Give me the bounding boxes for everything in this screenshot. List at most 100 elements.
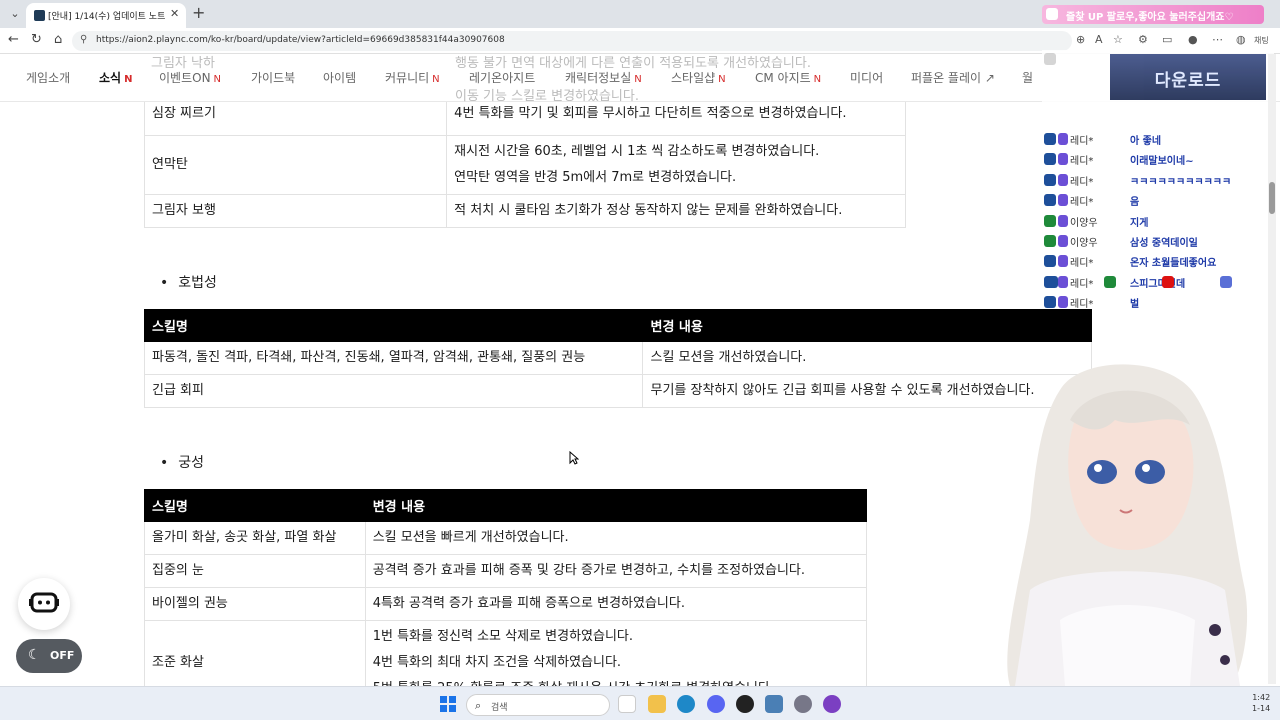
chat-text: 온자 초월들데좋어요 [1130,258,1217,270]
tab-list-chevron-icon[interactable]: ⌄ [6,5,24,23]
app-icon[interactable] [823,695,841,713]
dark-mode-toggle[interactable]: ☾ OFF [16,639,82,673]
skill-change-cell: 4번 특화를 막기 및 회피를 무시하고 다단히트 적중으로 변경하였습니다. [446,102,906,136]
chat-platform-icon [1044,133,1056,145]
nav-item-purple-on-play[interactable]: 퍼플온 플레이 ↗ [911,69,995,86]
skill-change-cell: 공격력 증가 효과를 피해 증폭 및 강타 증가로 변경하고, 수치를 조정하였… [364,554,868,588]
chat-username: 레디* [1070,258,1094,270]
chatbot-button[interactable] [18,578,70,630]
chat-badge-icon [1058,133,1068,145]
new-tab-plus-icon[interactable]: + [192,3,205,22]
page-scrollbar[interactable] [1268,54,1276,684]
table-header-row: 스킬명 변경 내용 [143,309,1092,342]
obs-icon[interactable] [736,695,754,713]
os-taskbar: ⌕ 검색 1:42 1-14 [0,686,1280,720]
nav-item-game-intro[interactable]: 게임소개 [26,69,70,86]
system-clock[interactable]: 1:42 1-14 [1252,692,1270,714]
chat-text: 삼성 중역데이일 [1130,238,1198,249]
chat-username: 레디* [1070,156,1094,168]
discord-icon[interactable] [707,695,725,713]
banner-text: 즐찾 UP 팔로우,좋아요 눌러주십개죠♡ [1066,12,1234,23]
url-text[interactable]: https://aion2.plaync.com/ko-kr/board/upd… [96,35,505,45]
stream-follow-banner: 즐찾 UP 팔로우,좋아요 눌러주십개죠♡ [1042,5,1264,24]
platform-icon [1104,276,1116,288]
nav-item-media[interactable]: 미디어 [850,69,883,86]
nav-item-more[interactable]: 월 [1022,69,1033,86]
profile-avatar-icon[interactable]: ● [1188,33,1198,46]
copilot-icon[interactable]: ◍ [1236,33,1246,46]
browser-tab-active[interactable]: [안내] 1/14(수) 업데이트 노트 : AION2 ✕ [26,3,186,28]
site-info-icon[interactable]: ⚲ [80,34,87,45]
address-bar[interactable]: ⚲ https://aion2.plaync.com/ko-kr/board/u… [72,31,1072,51]
tab-close-icon[interactable]: ✕ [170,7,179,20]
taskbar-search[interactable]: ⌕ 검색 [466,694,610,716]
extensions-icon[interactable]: ⚙ [1138,33,1148,46]
nav-item-legion-agit[interactable]: 레기온아지트 [469,69,535,86]
site-favicon-icon [34,10,45,21]
table-row: 집중의 눈 공격력 증가 효과를 피해 증폭 및 강타 증가로 변경하고, 수치… [144,554,868,588]
zoom-icon[interactable]: ⊕ [1076,33,1085,46]
platform-icon [1046,276,1058,288]
google-app-icon[interactable] [618,695,636,713]
download-banner[interactable]: 다운로드 [1110,54,1266,100]
chat-message: 이양우 삼성 중역데이일 [1042,232,1274,250]
chat-text: 이래말보이네~ [1130,156,1194,168]
nav-item-community[interactable]: 커뮤니티 N [385,69,440,86]
header-skill-name: 스킬명 [143,309,644,342]
chat-message: 레디* ㅋㅋㅋㅋㅋㅋㅋㅋㅋㅋㅋ [1042,171,1274,189]
download-label: 다운로드 [1154,71,1222,91]
chat-text: 지게 [1130,217,1149,229]
dark-mode-state: OFF [50,649,75,662]
nav-item-items[interactable]: 아이템 [323,69,356,86]
skill-change-cell: 4특화 공격력 증가 효과를 피해 증폭으로 변경하였습니다. [364,587,868,621]
skill-table-templar: 스킬명 변경 내용 파동격, 돌진 격파, 타격쇄, 파산격, 진동쇄, 열파격… [143,309,1092,408]
profile-label[interactable]: 채팅 [1254,35,1269,46]
back-arrow-icon[interactable]: ← [8,32,19,47]
collections-icon[interactable]: ▭ [1162,33,1172,46]
header-change: 변경 내용 [364,489,868,522]
edge-browser-icon[interactable] [677,695,695,713]
chat-message: 레디* 벌 [1042,293,1274,311]
skill-change-cell: 적 처치 시 쿨타임 초기화가 정상 동작하지 않는 문제를 완화하였습니다. [446,194,906,228]
table-row: 심장 찌르기 4번 특화를 막기 및 회피를 무시하고 다단히트 적중으로 변경… [143,102,906,136]
skill-name-cell: 긴급 회피 [143,374,644,408]
vtube-app-icon[interactable] [765,695,783,713]
chat-platform-counters [1042,276,1274,288]
skill-name-cell: 조준 화살 [144,620,366,686]
file-explorer-icon[interactable] [648,695,666,713]
chatbot-icon [29,592,59,613]
read-aloud-icon[interactable]: A [1095,33,1103,46]
table-row: 올가미 화살, 송곳 화살, 파열 화살 스킬 모션을 빠르게 개선하였습니다. [144,521,868,555]
header-change: 변경 내용 [642,309,1092,342]
table-row: 파동격, 돌진 격파, 타격쇄, 파산격, 진동쇄, 열파격, 암격쇄, 관통쇄… [143,341,1092,375]
nav-item-news[interactable]: 소식 N [99,69,132,86]
chat-platform-icon [1044,296,1056,309]
chat-badge-icon [1058,214,1068,227]
platform-icon [1220,276,1232,288]
nav-item-guidebook[interactable]: 가이드북 [251,69,295,86]
scrollbar-thumb[interactable] [1269,182,1275,214]
chat-message: 레디* 온자 초월들데좋어요 [1042,252,1274,270]
home-icon[interactable]: ⌂ [54,32,62,47]
chat-username: 레디* [1070,197,1094,209]
nav-item-event-on[interactable]: 이벤트ON N [159,69,221,86]
nav-item-character-info[interactable]: 캐릭터정보실 N [565,69,642,86]
moon-icon: ☾ [28,647,41,663]
chat-message: 레디* 이래말보이네~ [1042,150,1274,168]
skill-name-cell: 파동격, 돌진 격파, 타격쇄, 파산격, 진동쇄, 열파격, 암격쇄, 관통쇄… [143,341,644,375]
favorite-star-icon[interactable]: ☆ [1113,33,1123,46]
nav-item-cm-agit[interactable]: CM 아지트 N [755,69,821,86]
chat-username: 이양우 [1070,217,1098,229]
settings-gear-icon[interactable] [794,695,812,713]
reload-icon[interactable]: ↻ [31,32,42,47]
nav-item-style-shop[interactable]: 스타일샵 N [671,69,726,86]
header-skill-name: 스킬명 [144,489,366,522]
skill-name-cell: 그림자 보행 [143,194,448,228]
more-menu-icon[interactable]: ⋯ [1212,33,1223,46]
screen: ⌄ [안내] 1/14(수) 업데이트 노트 : AION2 ✕ + ← ↻ ⌂… [0,0,1280,720]
table-row: 조준 화살 1번 특화를 정신력 소모 삭제로 변경하였습니다. 4번 특화의 … [144,620,868,686]
skill-change-cell: 1번 특화를 정신력 소모 삭제로 변경하였습니다. 4번 특화의 최대 차지 … [364,620,868,686]
chat-message: 레디* 아 좋네 [1042,130,1274,148]
windows-start-icon[interactable] [440,696,456,712]
chat-badge-icon [1058,153,1068,166]
